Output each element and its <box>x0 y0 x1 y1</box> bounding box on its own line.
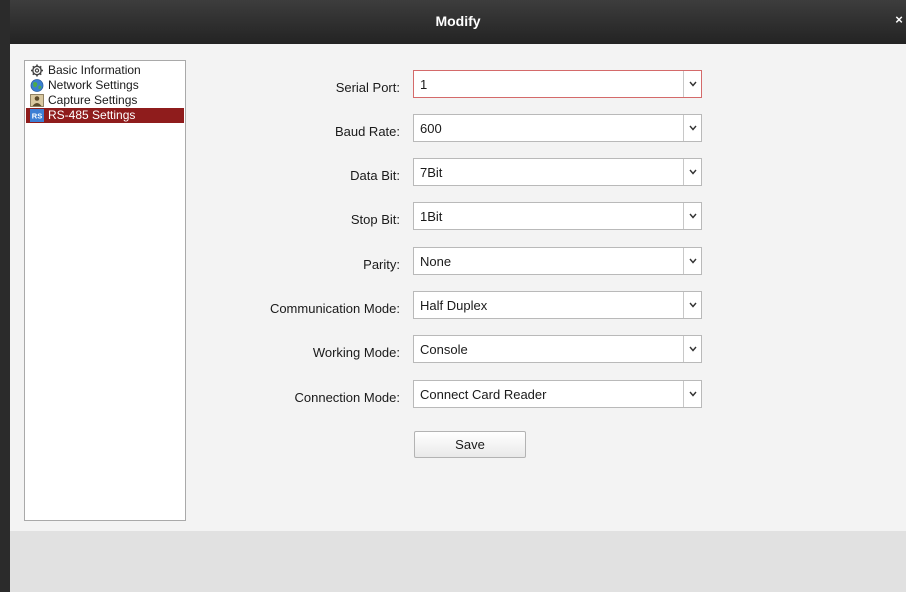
communication-mode-select[interactable]: Half Duplex <box>413 291 702 319</box>
data-bit-label: Data Bit: <box>350 168 400 183</box>
rs-icon-text: RS <box>32 112 42 121</box>
working-mode-select[interactable]: Console <box>413 335 702 363</box>
gear-icon <box>30 64 44 77</box>
data-bit-select[interactable]: 7Bit <box>413 158 702 186</box>
serial-port-select[interactable]: 1 <box>413 70 702 98</box>
chevron-down-icon[interactable] <box>683 115 701 141</box>
chevron-down-icon[interactable] <box>683 248 701 274</box>
data-bit-value: 7Bit <box>420 165 443 180</box>
sidebar-item-rs485-settings[interactable]: RS RS-485 Settings <box>26 108 184 123</box>
communication-mode-label: Communication Mode: <box>269 301 400 316</box>
communication-mode-value: Half Duplex <box>420 298 488 313</box>
dialog-title: Modify <box>435 13 481 29</box>
baud-rate-label: Baud Rate: <box>334 124 400 139</box>
chevron-down-icon[interactable] <box>683 381 701 407</box>
chevron-down-icon[interactable] <box>683 159 701 185</box>
parity-label: Parity: <box>363 257 400 272</box>
dialog-footer <box>10 531 906 592</box>
save-button[interactable]: Save <box>414 431 526 458</box>
stop-bit-value: 1Bit <box>420 209 443 224</box>
sidebar-item-label: Network Settings <box>48 78 139 92</box>
close-button[interactable]: × <box>892 12 906 28</box>
sidebar-item-label: Basic Information <box>48 63 141 77</box>
connection-mode-select[interactable]: Connect Card Reader <box>413 380 702 408</box>
rs-icon: RS <box>30 109 44 122</box>
sidebar-item-basic-information[interactable]: Basic Information <box>26 63 184 78</box>
working-mode-label: Working Mode: <box>312 345 400 360</box>
connection-mode-label: Connection Mode: <box>294 390 400 405</box>
working-mode-value: Console <box>420 342 468 357</box>
sidebar-item-capture-settings[interactable]: Capture Settings <box>26 93 184 108</box>
stop-bit-select[interactable]: 1Bit <box>413 202 702 230</box>
capture-icon <box>30 94 44 107</box>
sidebar-item-label: RS-485 Settings <box>48 108 136 122</box>
baud-rate-select[interactable]: 600 <box>413 114 702 142</box>
chevron-down-icon[interactable] <box>683 203 701 229</box>
modify-dialog: Modify × Basic Information Network Setti… <box>10 0 906 592</box>
parity-select[interactable]: None <box>413 247 702 275</box>
connection-mode-value: Connect Card Reader <box>420 387 547 402</box>
serial-port-label: Serial Port: <box>335 80 400 95</box>
serial-port-value: 1 <box>420 77 428 92</box>
stop-bit-label: Stop Bit: <box>350 212 400 227</box>
chevron-down-icon[interactable] <box>683 292 701 318</box>
sidebar-item-label: Capture Settings <box>48 93 138 107</box>
dialog-content: Basic Information Network Settings Captu… <box>10 44 906 531</box>
title-bar: Modify × <box>10 0 906 44</box>
chevron-down-icon[interactable] <box>683 71 701 97</box>
chevron-down-icon[interactable] <box>683 336 701 362</box>
parity-value: None <box>420 254 452 269</box>
baud-rate-value: 600 <box>420 121 442 136</box>
globe-icon <box>30 79 44 92</box>
